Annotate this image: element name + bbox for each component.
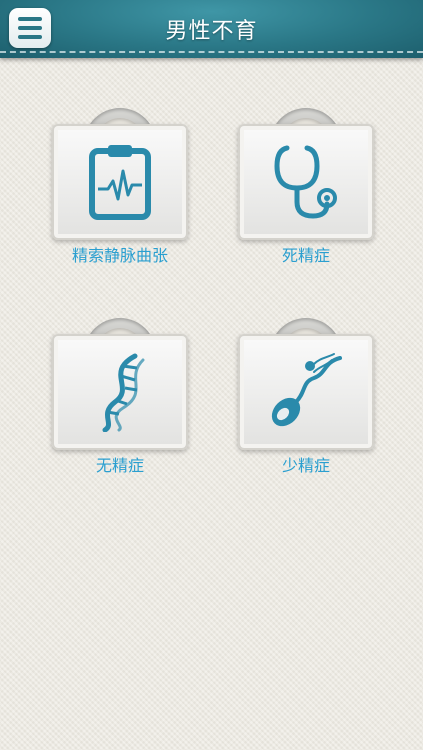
tile-card[interactable]: [52, 124, 188, 240]
dna-icon: [102, 353, 145, 432]
stethoscope-icon: [274, 145, 337, 219]
category-label[interactable]: 少精症: [218, 452, 394, 476]
tile-card[interactable]: [238, 334, 374, 450]
category-label[interactable]: 精索静脉曲张: [32, 242, 208, 266]
page-title: 男性不育: [165, 19, 258, 44]
clipboard-heartbeat-icon: [89, 145, 151, 220]
category-label[interactable]: 无精症: [32, 452, 208, 476]
category-tile-oligospermia[interactable]: 少精症: [238, 318, 374, 475]
category-tile-necrospermia[interactable]: 死精症: [238, 108, 374, 265]
category-label[interactable]: 死精症: [218, 242, 394, 266]
sperm-icon: [271, 353, 342, 427]
tile-card[interactable]: [238, 124, 374, 240]
tile-card[interactable]: [52, 334, 188, 450]
category-tile-varicocele[interactable]: 精索静脉曲张: [52, 108, 188, 265]
category-tile-azoospermia[interactable]: 无精症: [52, 318, 188, 475]
header-bar: 男性不育: [0, 0, 423, 58]
